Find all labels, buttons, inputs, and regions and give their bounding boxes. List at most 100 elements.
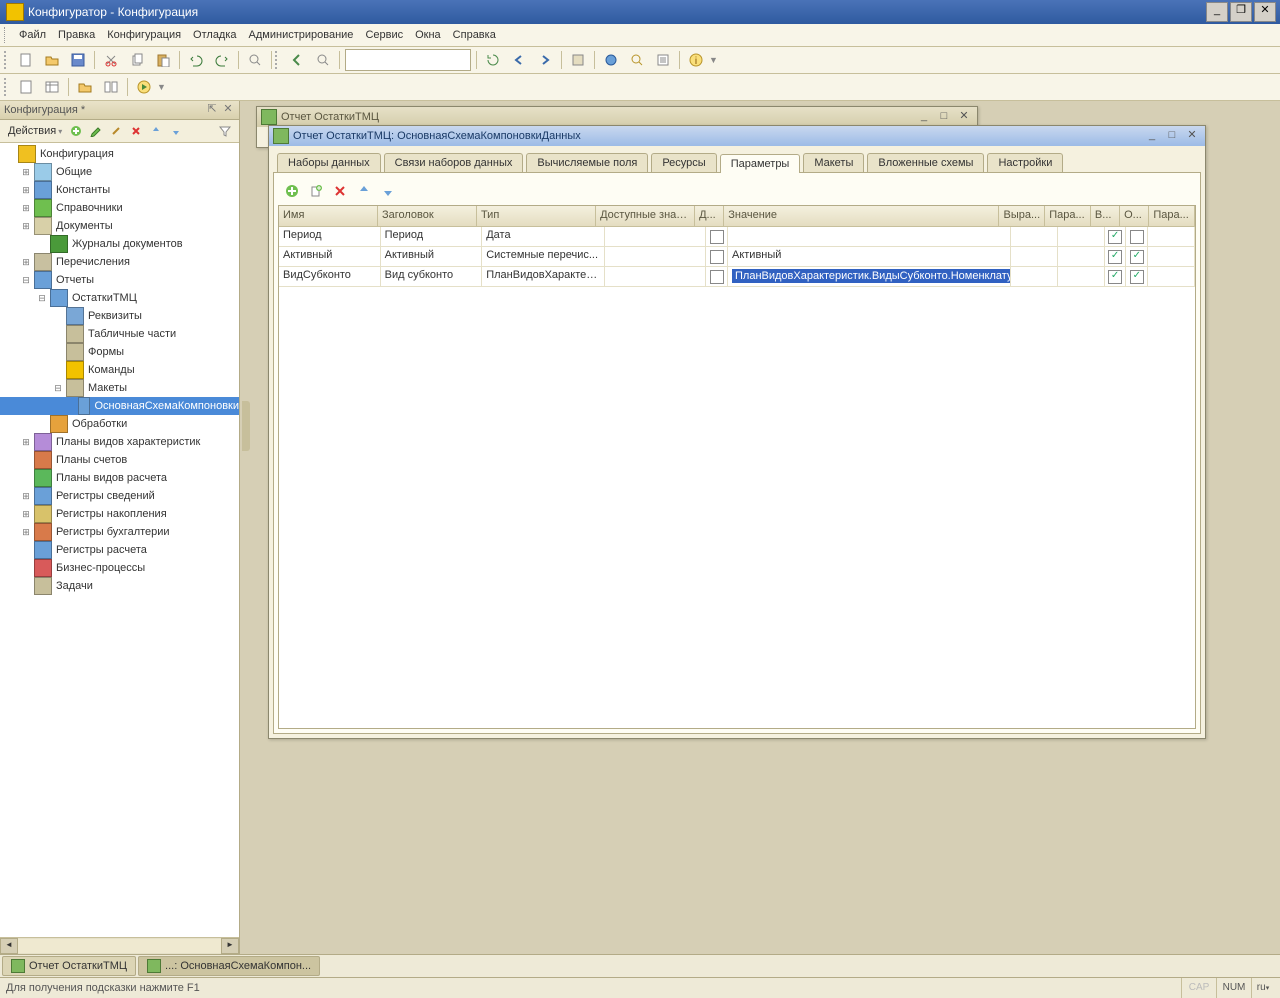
table-cell[interactable]: [605, 247, 707, 266]
tree-item[interactable]: ⊞Константы: [0, 181, 239, 199]
tab-4[interactable]: Параметры: [720, 154, 801, 173]
tree-expander-icon[interactable]: ⊞: [20, 220, 32, 232]
col-header[interactable]: Тип: [477, 206, 596, 226]
paste-icon[interactable]: [151, 48, 175, 72]
mdi-back-max-icon[interactable]: □: [935, 109, 953, 125]
scroll-left-icon[interactable]: ◄: [0, 938, 18, 954]
table-cell[interactable]: Период: [279, 227, 381, 246]
table-cell[interactable]: [1058, 227, 1105, 246]
copy-icon[interactable]: [125, 48, 149, 72]
tb2-run-icon[interactable]: [132, 75, 156, 99]
delete-icon[interactable]: [127, 122, 145, 140]
table-cell[interactable]: [706, 227, 728, 246]
move-down-icon[interactable]: [167, 122, 185, 140]
tb-help-icon[interactable]: i: [684, 48, 708, 72]
col-header[interactable]: Значение: [724, 206, 999, 226]
tree-expander-icon[interactable]: ⊞: [20, 490, 32, 502]
table-row[interactable]: ВидСубконтоВид субконтоПланВидовХарактер…: [279, 267, 1195, 287]
tree-expander-icon[interactable]: ⊞: [20, 508, 32, 520]
table-row[interactable]: ПериодПериодДата✓: [279, 227, 1195, 247]
zoom-icon[interactable]: [311, 48, 335, 72]
table-cell[interactable]: [1126, 227, 1148, 246]
tb-module-icon[interactable]: [566, 48, 590, 72]
table-row[interactable]: АктивныйАктивныйСистемные перечис...Акти…: [279, 247, 1195, 267]
tb-nav-next-icon[interactable]: [533, 48, 557, 72]
col-header[interactable]: Д...: [695, 206, 724, 226]
scroll-right-icon[interactable]: ►: [221, 938, 239, 954]
checkbox[interactable]: ✓: [1108, 270, 1122, 284]
table-cell[interactable]: [1011, 247, 1058, 266]
table-cell[interactable]: ПланВидовХарактеристик.ВидыСубконто.Номе…: [728, 267, 1011, 286]
table-cell[interactable]: ✓: [1126, 247, 1148, 266]
table-cell[interactable]: [706, 267, 728, 286]
table-cell[interactable]: Дата: [482, 227, 604, 246]
tree-item[interactable]: ОсновнаяСхемаКомпоновки: [0, 397, 239, 415]
tree-item[interactable]: ⊞Планы видов характеристик: [0, 433, 239, 451]
tb-list-icon[interactable]: [651, 48, 675, 72]
tb-nav-prev-icon[interactable]: [507, 48, 531, 72]
param-add-icon[interactable]: [283, 182, 301, 200]
tree-item[interactable]: ⊞Регистры накопления: [0, 505, 239, 523]
minimize-button[interactable]: _: [1206, 2, 1228, 22]
selected-value[interactable]: ПланВидовХарактеристик.ВидыСубконто.Номе…: [732, 269, 1011, 283]
sidebar-filter-icon[interactable]: [216, 122, 234, 140]
checkbox[interactable]: ✓: [1130, 250, 1144, 264]
tree-item[interactable]: ⊞Справочники: [0, 199, 239, 217]
tab-3[interactable]: Ресурсы: [651, 153, 716, 172]
cut-icon[interactable]: [99, 48, 123, 72]
table-cell[interactable]: [605, 227, 707, 246]
menu-file[interactable]: Файл: [13, 27, 52, 43]
tree-item[interactable]: Регистры расчета: [0, 541, 239, 559]
close-button[interactable]: ✕: [1254, 2, 1276, 22]
add-icon[interactable]: [67, 122, 85, 140]
tb2-table-icon[interactable]: [40, 75, 64, 99]
col-header[interactable]: Пара...: [1045, 206, 1091, 226]
tb-find2-icon[interactable]: [625, 48, 649, 72]
table-cell[interactable]: Вид субконто: [381, 267, 483, 286]
table-cell[interactable]: [1011, 267, 1058, 286]
table-cell[interactable]: [1148, 227, 1195, 246]
tree-item[interactable]: Реквизиты: [0, 307, 239, 325]
tree-item[interactable]: ⊟ОстаткиТМЦ: [0, 289, 239, 307]
tree-item[interactable]: Журналы документов: [0, 235, 239, 253]
tree-expander-icon[interactable]: ⊟: [52, 382, 64, 394]
table-cell[interactable]: ✓: [1105, 227, 1127, 246]
table-cell[interactable]: Период: [381, 227, 483, 246]
taskbar-item-report[interactable]: Отчет ОстаткиТМЦ: [2, 956, 136, 976]
tree-item[interactable]: ⊞Общие: [0, 163, 239, 181]
dropdown-icon[interactable]: ▼: [709, 55, 718, 65]
move-up-icon[interactable]: [147, 122, 165, 140]
tb-globe-icon[interactable]: [599, 48, 623, 72]
tb2-compare-icon[interactable]: [99, 75, 123, 99]
table-cell[interactable]: [1058, 267, 1105, 286]
tree-expander-icon[interactable]: ⊞: [20, 166, 32, 178]
table-cell[interactable]: [1011, 227, 1058, 246]
mdi-front-titlebar[interactable]: Отчет ОстаткиТМЦ: ОсновнаяСхемаКомпоновк…: [269, 126, 1205, 146]
menu-help[interactable]: Справка: [447, 27, 502, 43]
sidebar-pin-icon[interactable]: ⇱: [205, 103, 219, 117]
mdi-window-schema[interactable]: Отчет ОстаткиТМЦ: ОсновнаяСхемаКомпоновк…: [268, 125, 1206, 739]
checkbox[interactable]: ✓: [1130, 270, 1144, 284]
sidebar-close-icon[interactable]: ✕: [221, 103, 235, 117]
checkbox[interactable]: [1130, 230, 1144, 244]
back-icon[interactable]: [285, 48, 309, 72]
param-down-icon[interactable]: [379, 182, 397, 200]
table-cell[interactable]: [605, 267, 707, 286]
tree-expander-icon[interactable]: ⊟: [36, 292, 48, 304]
col-header[interactable]: Доступные знач...: [596, 206, 695, 226]
tree-expander-icon[interactable]: ⊞: [20, 184, 32, 196]
tree-item[interactable]: ⊟Макеты: [0, 379, 239, 397]
checkbox[interactable]: [710, 230, 724, 244]
col-header[interactable]: Выра...: [999, 206, 1045, 226]
table-cell[interactable]: Активный: [381, 247, 483, 266]
tree-expander-icon[interactable]: ⊞: [20, 256, 32, 268]
mdi-back-min-icon[interactable]: _: [915, 109, 933, 125]
restore-button[interactable]: ❐: [1230, 2, 1252, 22]
edit-icon[interactable]: [87, 122, 105, 140]
configuration-tree[interactable]: Конфигурация⊞Общие⊞Константы⊞Справочники…: [0, 143, 239, 937]
open-icon[interactable]: [40, 48, 64, 72]
save-icon[interactable]: [66, 48, 90, 72]
param-up-icon[interactable]: [355, 182, 373, 200]
menu-edit[interactable]: Правка: [52, 27, 101, 43]
tb2-open-icon[interactable]: [73, 75, 97, 99]
